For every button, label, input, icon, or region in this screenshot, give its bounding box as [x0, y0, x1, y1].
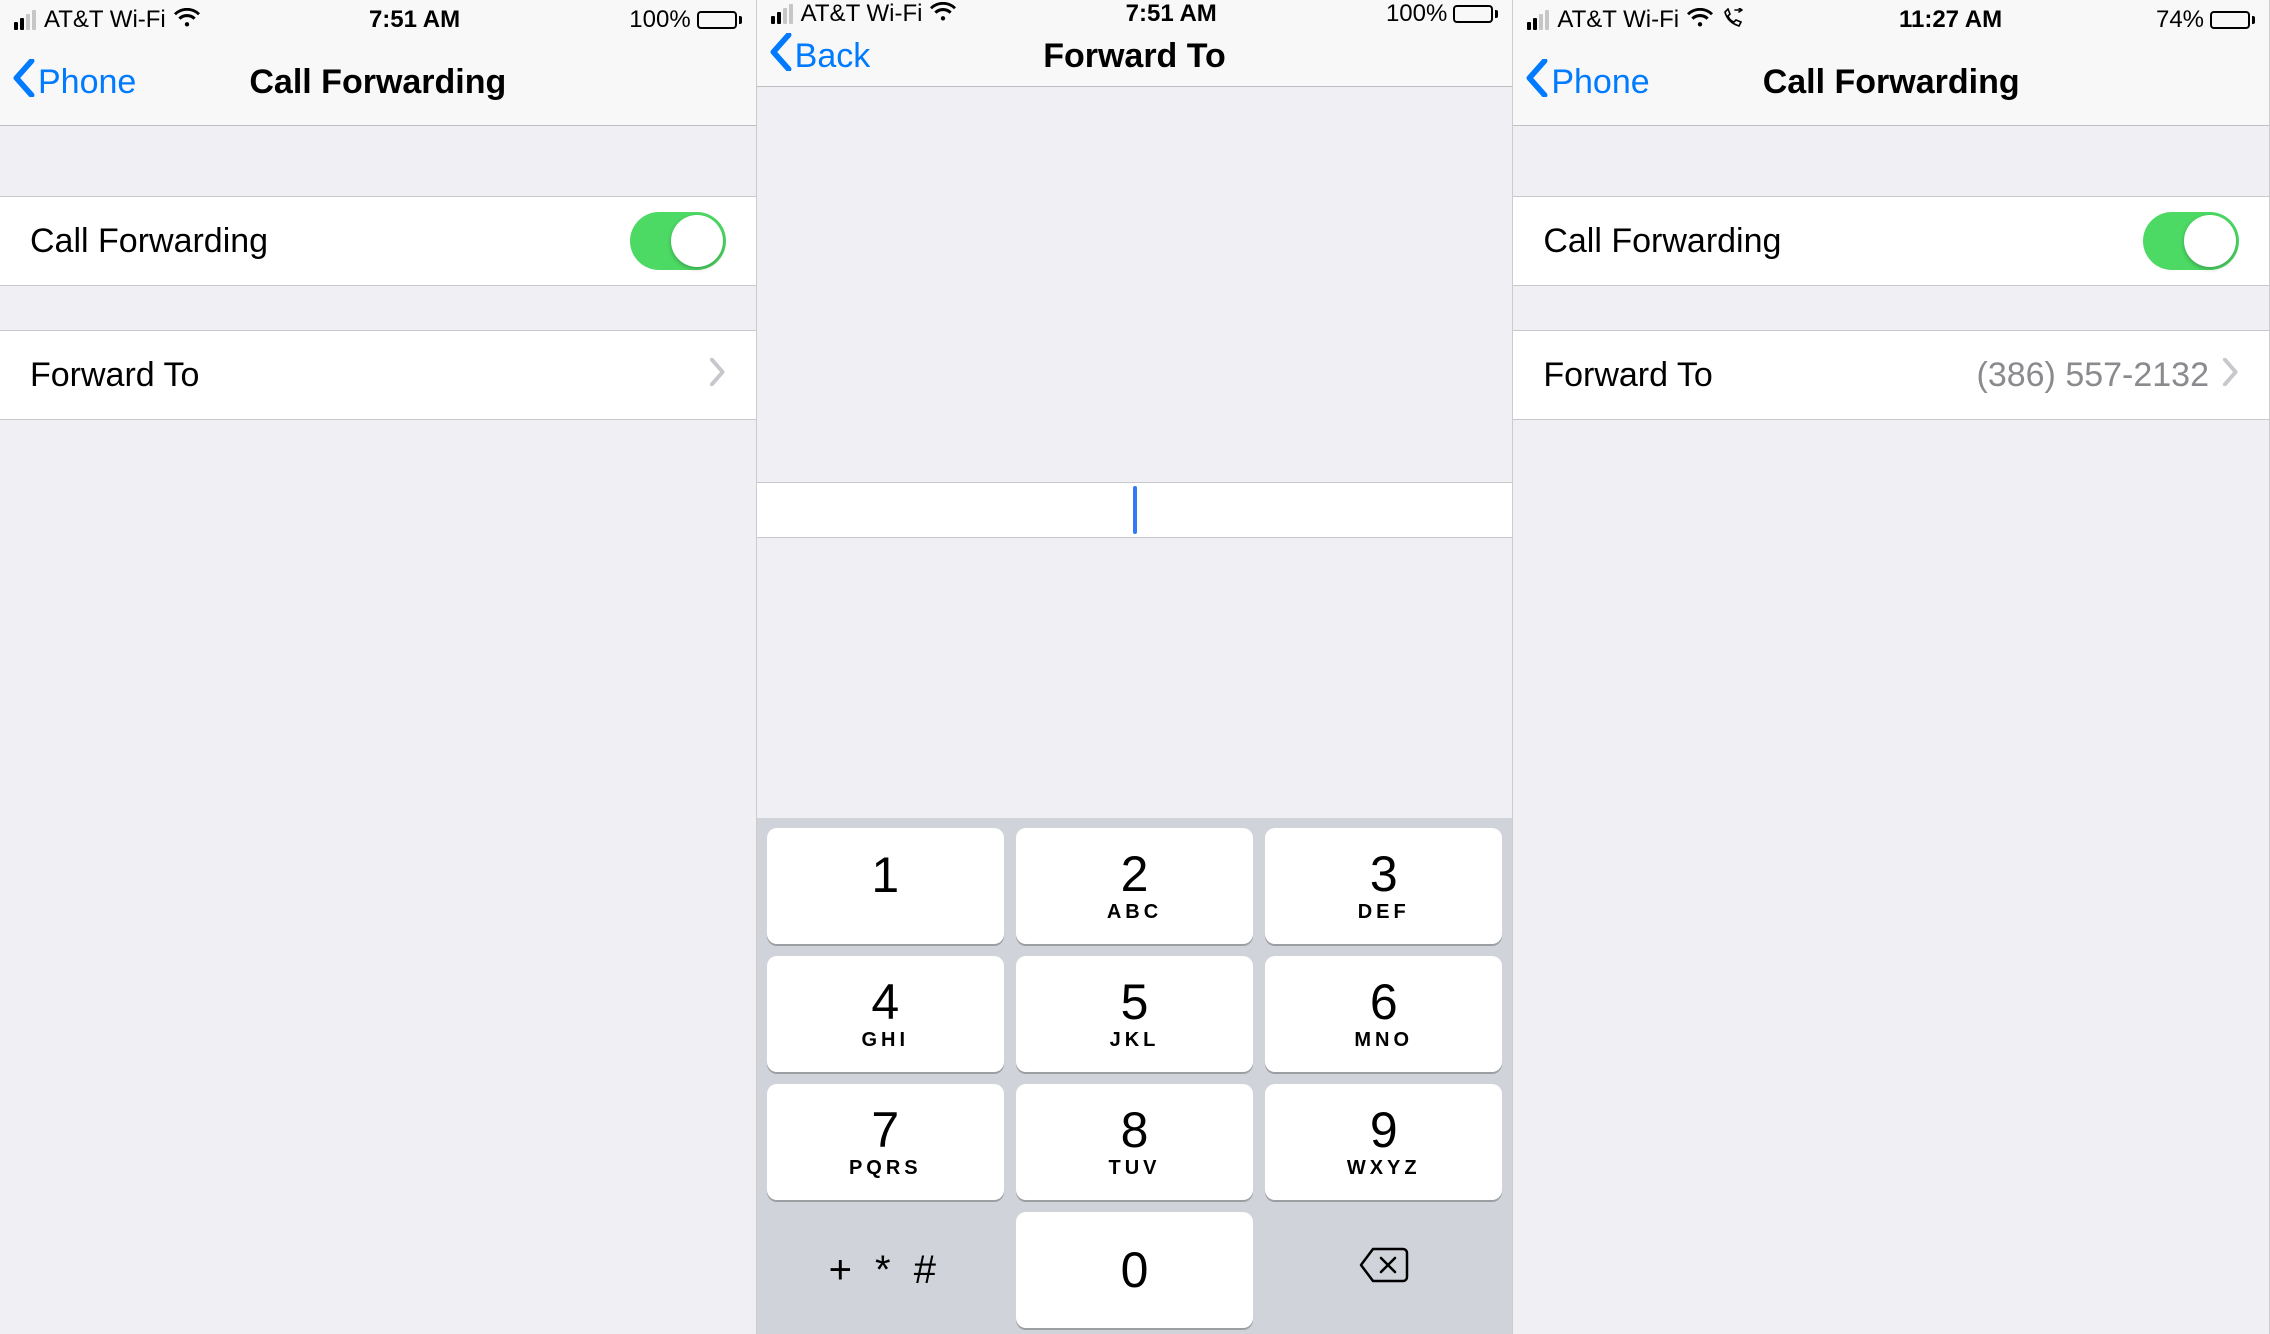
wifi-icon: [1687, 8, 1713, 32]
forward-to-row[interactable]: Forward To (386) 557-2132: [1513, 330, 2269, 420]
keypad-key-4[interactable]: 4 GHI: [767, 956, 1004, 1072]
call-forwarding-switch[interactable]: [630, 212, 726, 270]
chevron-right-icon: [710, 356, 726, 395]
numeric-keypad: 1 2 ABC 3 DEF 4 GHI 5 JKL 6 MNO: [757, 818, 1513, 1334]
status-bar: AT&T Wi-Fi 7:51 AM 100%: [0, 0, 756, 40]
back-button[interactable]: Phone: [12, 59, 136, 106]
back-label: Back: [795, 37, 871, 76]
nav-bar: Back Forward To: [757, 28, 1513, 87]
call-forward-status-icon: [1721, 8, 1745, 32]
call-forwarding-toggle-row[interactable]: Call Forwarding: [0, 196, 756, 286]
keypad-key-8[interactable]: 8 TUV: [1016, 1084, 1253, 1200]
clock-label: 7:51 AM: [1126, 0, 1217, 28]
signal-bars-icon: [14, 10, 36, 30]
keypad-key-1[interactable]: 1: [767, 828, 1004, 944]
toggle-label: Call Forwarding: [30, 222, 268, 261]
backspace-icon: [1358, 1246, 1410, 1294]
forward-number-input[interactable]: [757, 482, 1513, 538]
chevron-left-icon: [1525, 59, 1549, 106]
keypad-key-3[interactable]: 3 DEF: [1265, 828, 1502, 944]
battery-icon: [2210, 11, 2255, 29]
back-label: Phone: [1551, 63, 1649, 102]
carrier-label: AT&T Wi-Fi: [801, 0, 923, 28]
call-forwarding-switch[interactable]: [2143, 212, 2239, 270]
back-button[interactable]: Back: [769, 33, 871, 80]
chevron-left-icon: [769, 33, 793, 80]
clock-label: 7:51 AM: [369, 6, 460, 34]
screen-call-forwarding-filled: AT&T Wi-Fi 11:27 AM 74% Phone Call Forwa…: [1513, 0, 2270, 1334]
forward-to-row[interactable]: Forward To: [0, 330, 756, 420]
battery-icon: [1453, 5, 1498, 23]
screen-call-forwarding: AT&T Wi-Fi 7:51 AM 100% Phone Call Forwa…: [0, 0, 757, 1334]
battery-percent-label: 74%: [2156, 6, 2204, 34]
battery-icon: [697, 11, 742, 29]
status-bar: AT&T Wi-Fi 11:27 AM 74%: [1513, 0, 2269, 40]
status-bar: AT&T Wi-Fi 7:51 AM 100%: [757, 0, 1513, 28]
call-forwarding-toggle-row[interactable]: Call Forwarding: [1513, 196, 2269, 286]
keypad-key-5[interactable]: 5 JKL: [1016, 956, 1253, 1072]
nav-bar: Phone Call Forwarding: [0, 40, 756, 126]
signal-bars-icon: [1527, 10, 1549, 30]
carrier-label: AT&T Wi-Fi: [44, 6, 166, 34]
keypad-key-9[interactable]: 9 WXYZ: [1265, 1084, 1502, 1200]
battery-percent-label: 100%: [1386, 0, 1447, 28]
clock-label: 11:27 AM: [1899, 6, 2002, 34]
keypad-key-backspace[interactable]: [1265, 1212, 1502, 1328]
nav-bar: Phone Call Forwarding: [1513, 40, 2269, 126]
keypad-key-6[interactable]: 6 MNO: [1265, 956, 1502, 1072]
keypad-key-2[interactable]: 2 ABC: [1016, 828, 1253, 944]
text-caret: [1133, 486, 1137, 534]
keypad-key-7[interactable]: 7 PQRS: [767, 1084, 1004, 1200]
carrier-label: AT&T Wi-Fi: [1557, 6, 1679, 34]
chevron-right-icon: [2223, 356, 2239, 395]
screen-forward-to: AT&T Wi-Fi 7:51 AM 100% Back Forward To: [757, 0, 1514, 1334]
wifi-icon: [930, 2, 956, 26]
wifi-icon: [174, 8, 200, 32]
forward-to-label: Forward To: [30, 356, 199, 395]
battery-percent-label: 100%: [629, 6, 690, 34]
forward-to-label: Forward To: [1543, 356, 1712, 395]
keypad-key-symbols[interactable]: + * #: [767, 1212, 1004, 1328]
keypad-key-0[interactable]: 0: [1016, 1212, 1253, 1328]
forward-to-value: (386) 557-2132: [1977, 356, 2210, 395]
chevron-left-icon: [12, 59, 36, 106]
signal-bars-icon: [771, 4, 793, 24]
back-label: Phone: [38, 63, 136, 102]
back-button[interactable]: Phone: [1525, 59, 1649, 106]
toggle-label: Call Forwarding: [1543, 222, 1781, 261]
